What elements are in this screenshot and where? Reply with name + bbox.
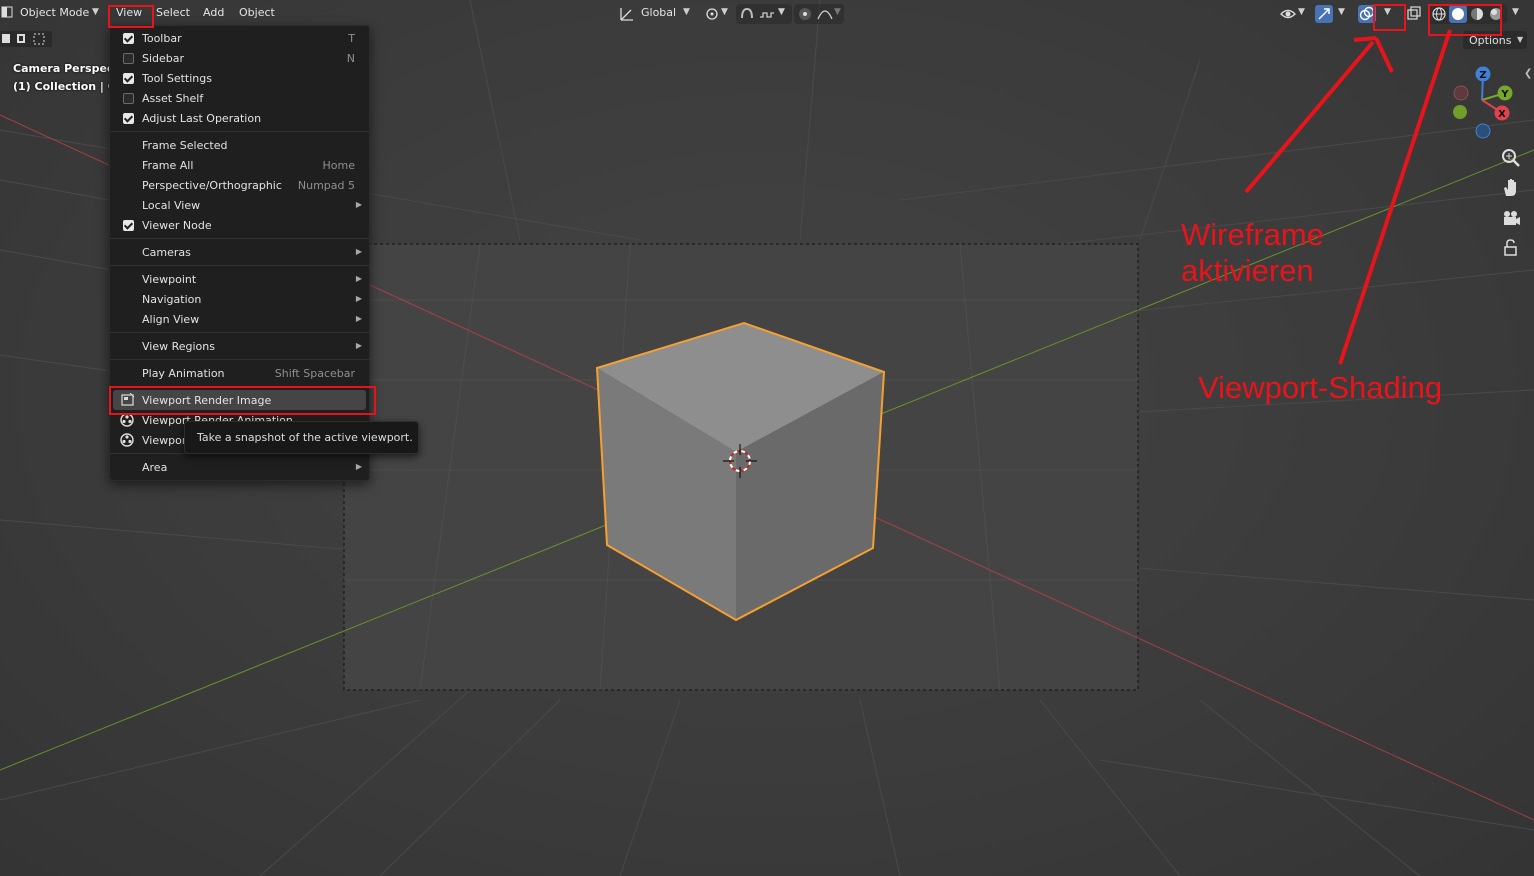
3d-viewport[interactable]: Object Mode ▼ View Select Add Object Glo… xyxy=(0,0,1534,876)
annotation-arrows xyxy=(1244,29,1452,365)
annotation-viewport-shading: Viewport-Shading xyxy=(1198,370,1443,405)
annotation-wireframe: Wireframe aktivieren xyxy=(1181,217,1324,289)
annotation-text-line: Wireframe xyxy=(1181,217,1324,252)
annotation-text-line: aktivieren xyxy=(1181,253,1314,288)
